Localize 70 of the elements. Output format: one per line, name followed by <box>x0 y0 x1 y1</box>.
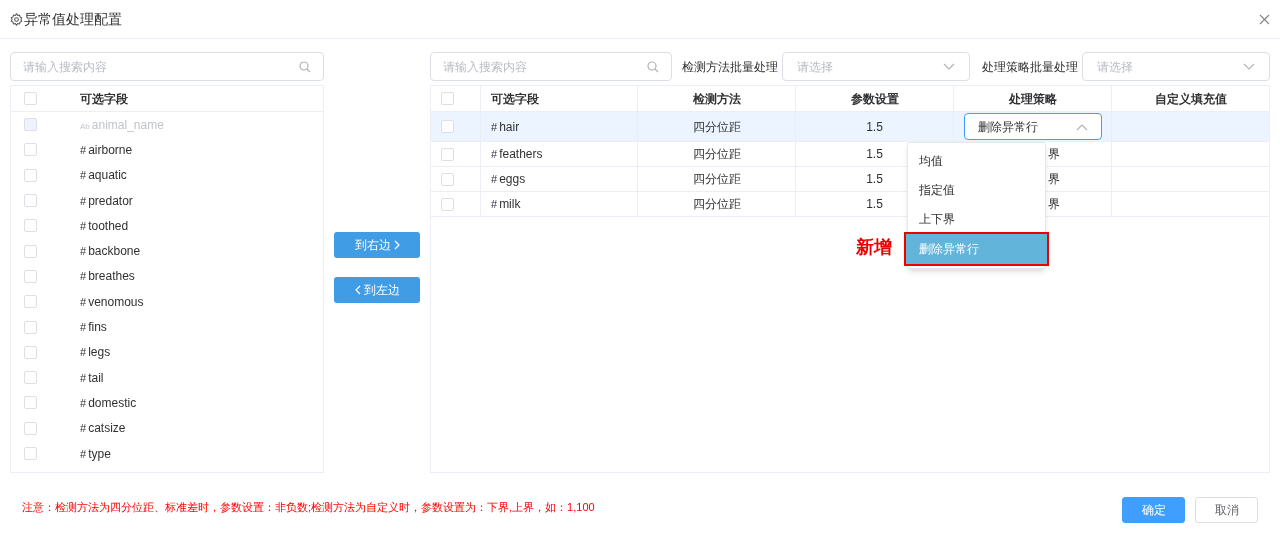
checkbox[interactable] <box>24 396 37 410</box>
table-cell-text: 界 <box>1048 196 1060 213</box>
checkbox[interactable] <box>24 345 37 359</box>
chevron-down-icon <box>943 62 955 71</box>
field-item[interactable]: # predator <box>80 191 133 210</box>
column-header: 处理策略 <box>1008 90 1057 108</box>
table-cell-text: 界 <box>1048 146 1060 163</box>
checkbox[interactable] <box>24 92 37 105</box>
checkbox[interactable] <box>441 172 454 186</box>
table-cell-text: # eggs <box>491 171 526 188</box>
note-text: 注意：检测方法为四分位距、标准差时，参数设置：非负数;检测方法为自定义时，参数设置为：下界,上界，如：1,100 <box>22 499 595 515</box>
chevron-left-icon <box>354 285 361 295</box>
strategy-select[interactable]: 删除异常行 <box>963 113 1102 140</box>
column-header: 检测方法 <box>692 90 741 108</box>
settings-icon <box>10 12 23 26</box>
checkbox[interactable] <box>441 147 454 161</box>
field-item[interactable]: # fins <box>80 318 107 336</box>
table-cell-text: 界 <box>1048 171 1060 188</box>
table-cell-text: 1.5 <box>866 171 883 188</box>
table-row[interactable]: # hair 四分位距 1.5 删除异常行 <box>431 112 1269 142</box>
column-header: 参数设置 <box>850 90 899 108</box>
table-cell-text: # hair <box>491 118 520 136</box>
field-item[interactable]: # venomous <box>80 292 144 311</box>
chevron-right-icon <box>393 240 400 250</box>
checkbox[interactable] <box>24 168 37 182</box>
checkbox[interactable] <box>24 143 37 157</box>
column-header: 自定义填充值 <box>1154 90 1227 108</box>
checkbox[interactable] <box>24 194 37 208</box>
checkbox[interactable] <box>24 320 37 334</box>
search-icon <box>647 60 659 73</box>
field-item[interactable]: # tail <box>80 368 104 387</box>
cancel-button[interactable]: 取消 <box>1195 497 1258 523</box>
checkbox[interactable] <box>24 219 37 233</box>
close-icon[interactable] <box>1259 13 1270 25</box>
field-item[interactable]: # legs <box>80 343 111 362</box>
column-header: 可选字段 <box>80 90 128 108</box>
table-cell-text: 四分位距 <box>692 171 741 188</box>
checkbox[interactable] <box>441 197 454 211</box>
field-item[interactable]: # catsize <box>80 419 126 438</box>
table-cell-text: 1.5 <box>866 118 883 136</box>
checkbox[interactable] <box>24 269 37 283</box>
checkbox[interactable] <box>24 244 37 258</box>
dialog-title: 异常值处理配置 <box>24 9 122 29</box>
field-item[interactable]: # backbone <box>80 242 141 261</box>
checkbox[interactable] <box>24 421 37 435</box>
table-cell-text: # milk <box>491 196 521 213</box>
table-cell-text: 四分位距 <box>692 196 741 213</box>
field-item[interactable]: # type <box>80 444 111 463</box>
table-cell-text: 1.5 <box>866 196 883 213</box>
annotation-label: 新增 <box>856 236 892 259</box>
checkbox[interactable] <box>24 371 37 385</box>
table-cell-text: 1.5 <box>866 146 883 163</box>
table-cell-text: # feathers <box>491 146 543 163</box>
table-cell-text: 四分位距 <box>692 118 741 136</box>
checkbox[interactable] <box>441 120 454 133</box>
chevron-down-icon <box>1243 62 1255 71</box>
field-item[interactable]: # airborne <box>80 140 133 159</box>
column-header: 可选字段 <box>491 90 539 108</box>
batch-label: 处理策略批量处理 <box>982 58 1078 76</box>
checkbox[interactable] <box>24 447 37 460</box>
chevron-up-icon <box>1075 122 1088 131</box>
field-item[interactable]: # toothed <box>80 216 129 235</box>
checkbox[interactable] <box>24 295 37 309</box>
batch-label: 检测方法批量处理 <box>682 58 778 76</box>
checkbox[interactable] <box>441 92 454 105</box>
field-item[interactable]: # breathes <box>80 267 135 286</box>
table-cell-text: 四分位距 <box>692 146 741 163</box>
field-item[interactable]: # aquatic <box>80 166 127 185</box>
search-icon <box>299 60 312 73</box>
field-item[interactable]: # domestic <box>80 393 137 412</box>
